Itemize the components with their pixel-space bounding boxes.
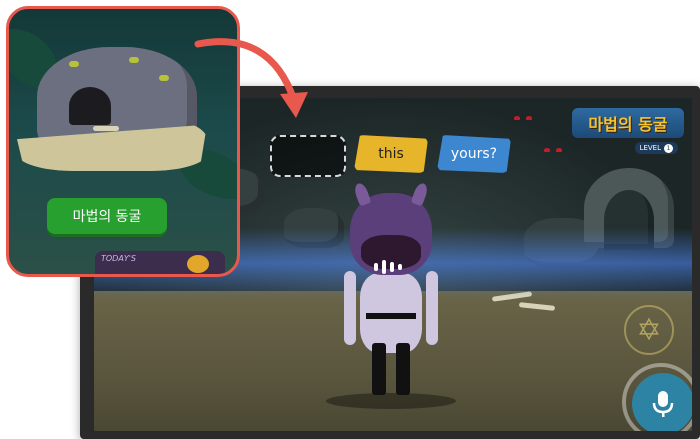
microphone-icon [652,391,674,417]
monster-arm [426,271,438,345]
title-badge-label: 마법의 동굴 [572,108,684,138]
monster-arm [344,271,356,345]
magic-cave-button[interactable]: 마법의 동굴 [47,198,167,234]
word-card-yours[interactable]: yours? [437,135,511,173]
level-indicator: LEVEL 1 [634,142,678,154]
curved-arrow-icon [194,38,308,118]
cave-entrance [69,87,111,125]
todays-label: TODAY'S [101,254,136,263]
title-badge: 마법의 동굴 LEVEL 1 [572,108,684,158]
bone [93,126,119,131]
word-card-this[interactable]: this [354,135,428,173]
todays-panel-peek: TODAY'S [95,251,225,274]
frog-character [187,255,209,273]
level-label: LEVEL [639,144,661,152]
level-number: 1 [664,143,673,153]
monster-character [326,181,456,409]
moss [159,75,169,81]
empty-word-slot[interactable] [270,135,346,177]
glowing-eyes [544,148,562,154]
star-seal-icon: ✡ [624,305,674,355]
glowing-eyes [514,116,532,122]
moss [129,57,139,63]
monster-shadow [326,393,456,409]
audio-wave-icon [374,260,406,274]
monster-strap [366,313,416,319]
monster-leg [396,343,410,395]
microphone-button[interactable] [632,373,692,431]
moss [69,61,79,67]
monster-leg [372,343,386,395]
